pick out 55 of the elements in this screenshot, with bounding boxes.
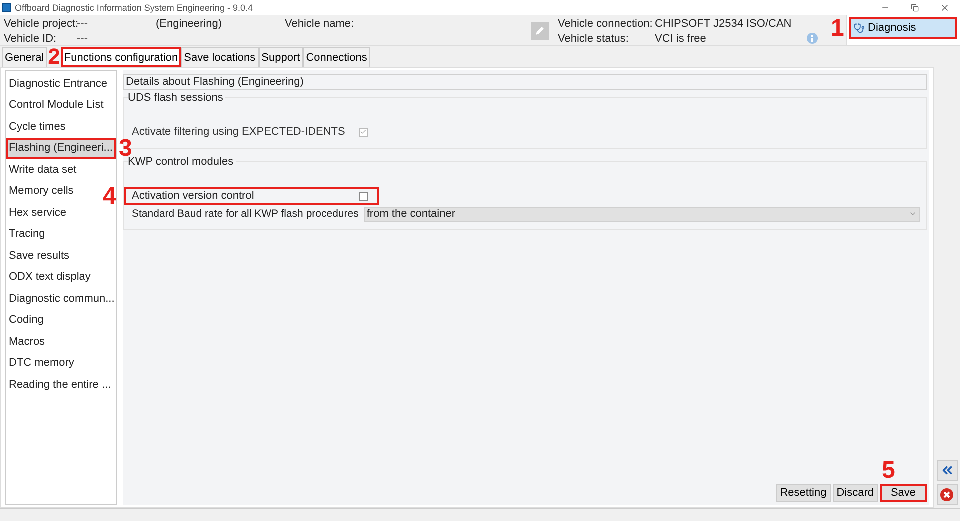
tab[interactable]: Save locations <box>181 47 259 67</box>
sidebar-item[interactable]: Reading the entire ... <box>6 374 114 396</box>
field-value: --- <box>77 18 88 30</box>
mode-label: (Engineering) <box>156 18 222 30</box>
field-label: Vehicle name: <box>285 18 354 30</box>
window-title: Offboard Diagnostic Information System Engineering - 9.0.4 <box>15 2 254 12</box>
tab[interactable]: Support <box>258 47 304 67</box>
cancel-button[interactable] <box>936 484 958 505</box>
details-title: Details about Flashing (Engineering) <box>123 74 927 90</box>
stethoscope-icon <box>854 22 865 34</box>
collapse-button[interactable] <box>936 460 958 481</box>
sidebar-item[interactable]: Control Module List <box>6 94 107 116</box>
callout-number: 4 <box>103 185 116 209</box>
option-label: Activate filtering using EXPECTED-IDENTS <box>132 126 346 138</box>
callout-number: 1 <box>831 17 844 41</box>
field-value: --- <box>77 32 88 44</box>
field-value: CHIPSOFT J2534 ISO/CAN <box>655 18 792 30</box>
sidebar-item[interactable]: Tracing <box>6 224 48 245</box>
field-label: Vehicle status: <box>558 32 629 44</box>
close-icon <box>940 2 950 12</box>
tab[interactable]: Functions configuration <box>61 47 182 67</box>
callout-number: 5 <box>882 459 896 483</box>
restore-icon <box>911 4 919 12</box>
select-field[interactable]: from the container <box>364 206 920 222</box>
checkbox[interactable] <box>359 192 368 200</box>
field-value: VCI is free <box>655 32 706 44</box>
sidebar-item[interactable]: Flashing (Engineeri... <box>6 138 116 159</box>
sidebar-item[interactable]: Hex service <box>6 202 70 224</box>
callout-number: 2 <box>48 46 60 68</box>
check-icon <box>360 128 367 136</box>
tab[interactable]: Connections <box>303 47 370 67</box>
sidebar-item[interactable]: ODX text display <box>6 266 94 288</box>
field-label: Vehicle connection: <box>558 18 653 30</box>
diagnosis-button[interactable]: Diagnosis <box>849 17 957 39</box>
action-button[interactable]: Discard <box>832 484 878 502</box>
sidebar-item[interactable]: Diagnostic commun... <box>6 288 118 310</box>
sidebar-item[interactable]: Cycle times <box>6 116 69 138</box>
field-label: Vehicle ID: <box>4 32 57 44</box>
info-icon[interactable] <box>807 33 818 44</box>
tab[interactable]: General <box>2 47 48 67</box>
option-label: Standard Baud rate for all KWP flash procedures <box>132 208 359 220</box>
sidebar-item[interactable]: Coding <box>6 310 47 331</box>
sidebar-item[interactable]: Macros <box>6 331 48 352</box>
sidebar-item[interactable]: Memory cells <box>6 180 77 202</box>
edit-icon[interactable] <box>531 22 549 40</box>
option-label: Activation version control <box>132 190 256 202</box>
action-button[interactable]: Save <box>880 484 927 502</box>
field-label: Vehicle project: <box>4 18 79 30</box>
chevron-down-icon <box>909 210 917 218</box>
app-icon <box>2 3 11 12</box>
sidebar-item[interactable]: Save results <box>6 245 73 266</box>
action-button[interactable]: Resetting <box>776 484 831 502</box>
sidebar-item[interactable]: Diagnostic Entrance <box>6 73 110 94</box>
sidebar-item[interactable]: DTC memory <box>6 352 78 374</box>
sidebar-item[interactable]: Write data set <box>6 159 80 180</box>
